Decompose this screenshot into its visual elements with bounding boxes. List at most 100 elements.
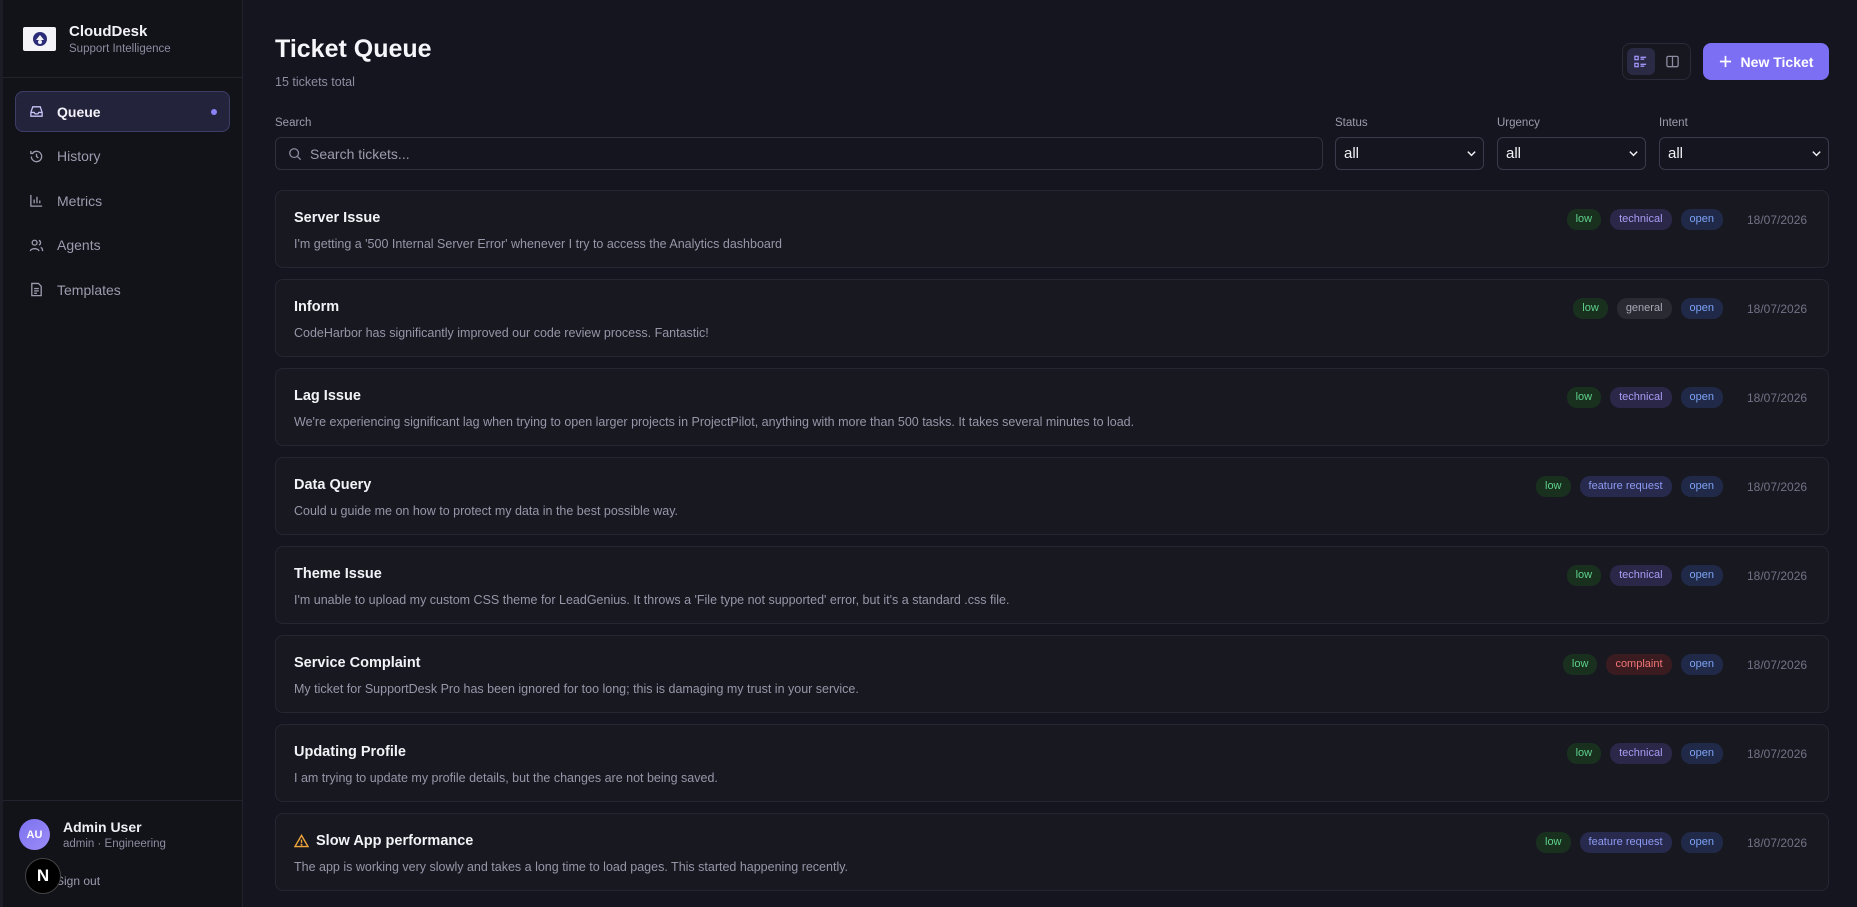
ticket-date: 18/07/2026 xyxy=(1747,835,1808,850)
brand-subtitle: Support Intelligence xyxy=(69,42,171,55)
urgency-badge: low xyxy=(1562,654,1598,675)
page-title: Ticket Queue xyxy=(275,35,432,63)
ticket-description: CodeHarbor has significantly improved ou… xyxy=(294,326,709,340)
brand-logo-icon xyxy=(23,26,56,51)
ticket-count: 15 tickets total xyxy=(275,75,355,89)
status-badge: open xyxy=(1680,209,1723,230)
intent-badge: feature request xyxy=(1579,832,1672,853)
urgency-badge: low xyxy=(1566,743,1602,764)
intent-badge: technical xyxy=(1610,387,1672,408)
urgency-select[interactable]: all xyxy=(1497,137,1646,170)
ticket-card[interactable]: Service Complaint My ticket for SupportD… xyxy=(275,635,1829,713)
sidebar-nav: Queue History Metrics Agents Templates xyxy=(3,78,242,327)
ticket-list: Server Issue I'm getting a '500 Internal… xyxy=(275,190,1829,902)
status-badge: open xyxy=(1680,298,1723,319)
intent-badge: technical xyxy=(1610,743,1672,764)
ticket-description: My ticket for SupportDesk Pro has been i… xyxy=(294,682,859,696)
ticket-description: I'm unable to upload my custom CSS theme… xyxy=(294,593,1010,607)
sidebar: CloudDesk Support Intelligence Queue His… xyxy=(0,0,243,907)
intent-select-value: all xyxy=(1668,145,1684,162)
ticket-description: I'm getting a '500 Internal Server Error… xyxy=(294,237,782,251)
ticket-date: 18/07/2026 xyxy=(1747,746,1808,761)
bar-chart-icon xyxy=(30,194,43,207)
intent-badge: feature request xyxy=(1579,476,1672,497)
search-field[interactable] xyxy=(275,137,1323,170)
status-badge: open xyxy=(1680,743,1723,764)
status-badge: open xyxy=(1680,832,1723,853)
search-label: Search xyxy=(275,117,312,129)
sign-out-link[interactable]: Sign out xyxy=(56,874,100,888)
sidebar-item-metrics[interactable]: Metrics xyxy=(15,180,230,221)
ticket-title: Service Complaint xyxy=(294,655,421,671)
intent-badge: complaint xyxy=(1606,654,1672,675)
ticket-description: We're experiencing significant lag when … xyxy=(294,415,1135,429)
intent-badge: technical xyxy=(1610,209,1672,230)
file-text-icon xyxy=(31,282,42,297)
urgency-badge: low xyxy=(1536,832,1571,853)
ticket-title: Data Query xyxy=(294,477,372,493)
ticket-card[interactable]: Updating Profile I am trying to update m… xyxy=(275,724,1829,802)
ticket-date: 18/07/2026 xyxy=(1747,212,1808,227)
ticket-card[interactable]: Lag Issue We're experiencing significant… xyxy=(275,368,1829,446)
list-view-icon xyxy=(1634,55,1647,68)
status-badge: open xyxy=(1680,565,1723,586)
ticket-title: Slow App performance xyxy=(294,833,473,849)
intent-badge: technical xyxy=(1610,565,1672,586)
ticket-card[interactable]: Slow App performance The app is working … xyxy=(275,813,1829,891)
search-input[interactable] xyxy=(310,145,1210,162)
urgency-badge: low xyxy=(1566,209,1602,230)
ticket-card[interactable]: Server Issue I'm getting a '500 Internal… xyxy=(275,190,1829,268)
sidebar-item-agents[interactable]: Agents xyxy=(15,225,230,266)
warning-icon xyxy=(294,834,309,848)
active-indicator-dot xyxy=(211,109,217,115)
sidebar-item-templates[interactable]: Templates xyxy=(15,269,230,310)
scrollbar[interactable] xyxy=(1845,0,1857,907)
user-panel: AU Admin User admin · Engineering Sign o… xyxy=(3,800,243,907)
status-select-value: all xyxy=(1344,145,1360,162)
sidebar-item-queue[interactable]: Queue xyxy=(15,91,230,132)
sidebar-item-history[interactable]: History xyxy=(15,136,230,177)
ticket-card[interactable]: Inform CodeHarbor has significantly impr… xyxy=(275,279,1829,357)
chevron-down-icon xyxy=(1467,151,1476,157)
avatar: AU xyxy=(19,819,50,850)
intent-select[interactable]: all xyxy=(1659,137,1829,170)
inbox-icon xyxy=(30,106,43,117)
ticket-title: Lag Issue xyxy=(294,388,361,404)
sidebar-item-label: Templates xyxy=(57,281,121,298)
urgency-badge: low xyxy=(1573,298,1608,319)
intent-badge: general xyxy=(1616,298,1672,319)
sidebar-item-label: Queue xyxy=(57,103,101,120)
new-ticket-button[interactable]: New Ticket xyxy=(1703,43,1829,80)
ticket-title: Inform xyxy=(294,299,340,315)
urgency-badge: low xyxy=(1566,565,1602,586)
history-icon xyxy=(30,150,43,162)
intent-filter-label: Intent xyxy=(1659,117,1688,129)
user-name: Admin User xyxy=(63,819,142,835)
user-role: admin · Engineering xyxy=(63,838,166,850)
chevron-down-icon xyxy=(1629,151,1638,157)
columns-icon xyxy=(1665,55,1679,68)
nextjs-dev-badge[interactable]: N xyxy=(25,858,61,894)
new-ticket-label: New Ticket xyxy=(1740,53,1814,70)
urgency-filter-label: Urgency xyxy=(1497,117,1540,129)
ticket-date: 18/07/2026 xyxy=(1747,390,1808,405)
ticket-description: I am trying to update my profile details… xyxy=(294,771,718,785)
status-badge: open xyxy=(1680,654,1723,675)
search-icon xyxy=(289,147,302,160)
split-view-button[interactable] xyxy=(1659,48,1687,75)
users-icon xyxy=(29,239,44,251)
ticket-title: Server Issue xyxy=(294,210,381,226)
status-select[interactable]: all xyxy=(1335,137,1484,170)
ticket-card[interactable]: Data Query Could u guide me on how to pr… xyxy=(275,457,1829,535)
ticket-description: The app is working very slowly and takes… xyxy=(294,860,849,874)
ticket-card[interactable]: Theme Issue I'm unable to upload my cust… xyxy=(275,546,1829,624)
sidebar-item-label: Metrics xyxy=(57,192,103,209)
view-toggle xyxy=(1622,43,1691,80)
list-view-button[interactable] xyxy=(1627,48,1655,75)
sidebar-item-label: Agents xyxy=(57,237,101,253)
urgency-badge: low xyxy=(1536,476,1571,497)
brand: CloudDesk Support Intelligence xyxy=(3,0,242,78)
status-filter-label: Status xyxy=(1335,117,1368,129)
urgency-badge: low xyxy=(1566,387,1602,408)
ticket-date: 18/07/2026 xyxy=(1747,657,1808,672)
